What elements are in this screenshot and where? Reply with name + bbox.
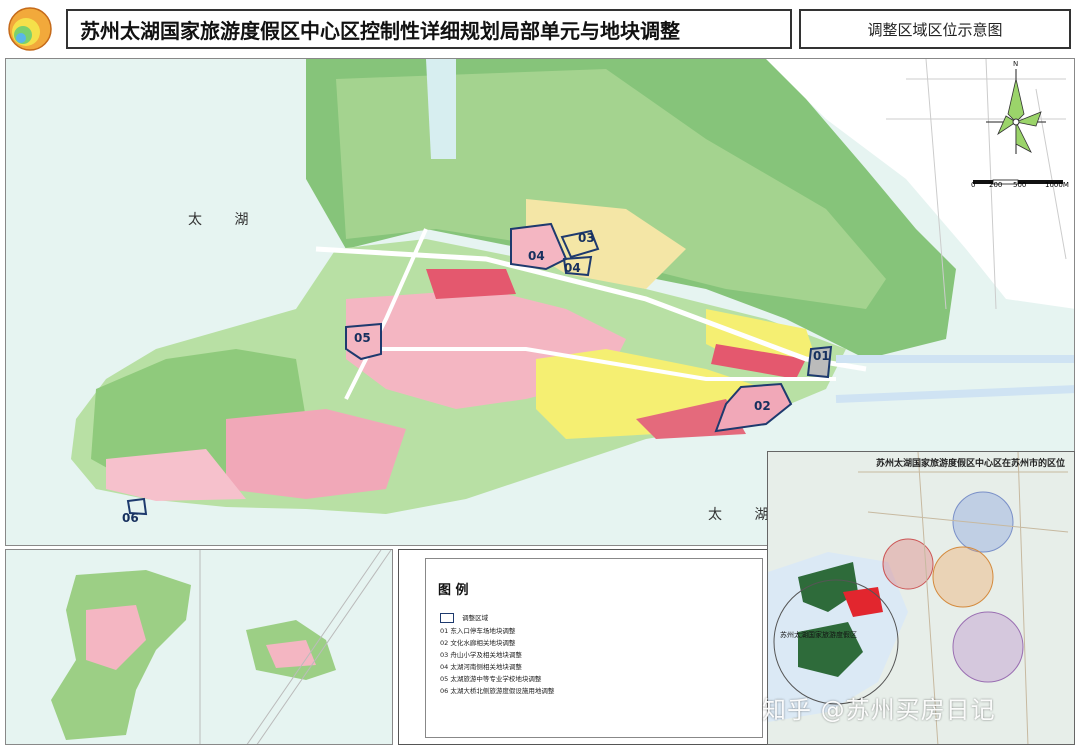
page-subtitle: 调整区域区位示意图: [799, 9, 1071, 49]
scale-tick-0: 0: [971, 181, 976, 189]
adjust-swatch-icon: [440, 613, 454, 623]
inset-ring-north: [952, 491, 1014, 553]
compass-rose-icon: [986, 69, 1046, 154]
lake-label-1: 太 湖: [188, 212, 263, 228]
page-title: 苏州太湖国家旅游度假区中心区控制性详细规划局部单元与地块调整: [66, 9, 792, 49]
scale-tick-1: 200: [989, 181, 1003, 189]
inset-islands-svg: [6, 550, 392, 744]
legend-box: 图 例 调整区域 01 东入口停车场地块调整 02 文化水廊相关地块调整 03 …: [425, 558, 763, 738]
legend-panel: 图 例 调整区域 01 东入口停车场地块调整 02 文化水廊相关地块调整 03 …: [398, 549, 770, 745]
block-label-01: 01: [813, 349, 830, 363]
legend-item-adjust: 调整区域: [440, 612, 488, 623]
block-label-04: 04: [528, 249, 545, 263]
block-label-02: 02: [754, 399, 771, 413]
legend-item-04: 04 太湖河南侧相关地块调整: [440, 663, 522, 671]
inset-title: 苏州太湖国家旅游度假区中心区在苏州市的区位: [876, 459, 1066, 469]
legend-item-06: 06 太湖大桥北侧旅游度假设施用地调整: [440, 687, 555, 695]
zone-pink-2: [226, 409, 406, 499]
legend-item-02: 02 文化水廊相关地块调整: [440, 639, 516, 647]
inset-resort-label: 苏州太湖国家旅游度假区: [780, 631, 857, 639]
scale-tick-2: 500: [1013, 181, 1027, 189]
logo: [5, 6, 55, 52]
block-label-05: 05: [354, 331, 371, 345]
north-label: N: [1013, 60, 1019, 68]
inset-ring-orange: [932, 546, 994, 608]
legend-item-03: 03 舟山小学及相关地块调整: [440, 651, 522, 659]
scale-tick-3: 1000M: [1045, 181, 1069, 189]
legend-item-01: 01 东入口停车场地块调整: [440, 627, 516, 635]
legend-label-adjust: 调整区域: [462, 614, 489, 622]
inset-ring-purple: [952, 611, 1024, 683]
zone-red-1: [426, 269, 516, 299]
block-label-04b: 04: [564, 261, 581, 275]
block-label-06: 06: [122, 511, 139, 525]
compass: N: [986, 60, 1046, 164]
watermark: 知乎 @苏州买房日记: [762, 696, 996, 724]
inset-map-islands[interactable]: [5, 549, 393, 745]
block-label-03: 03: [578, 231, 595, 245]
scale-bar: 0 200 500 1000M: [971, 171, 1069, 195]
legend-title: 图 例: [438, 583, 469, 598]
legend-item-05: 05 太湖旅游中等专业学校地块调整: [440, 675, 542, 683]
logo-circles-icon: [8, 7, 52, 51]
river-channel: [426, 59, 456, 159]
